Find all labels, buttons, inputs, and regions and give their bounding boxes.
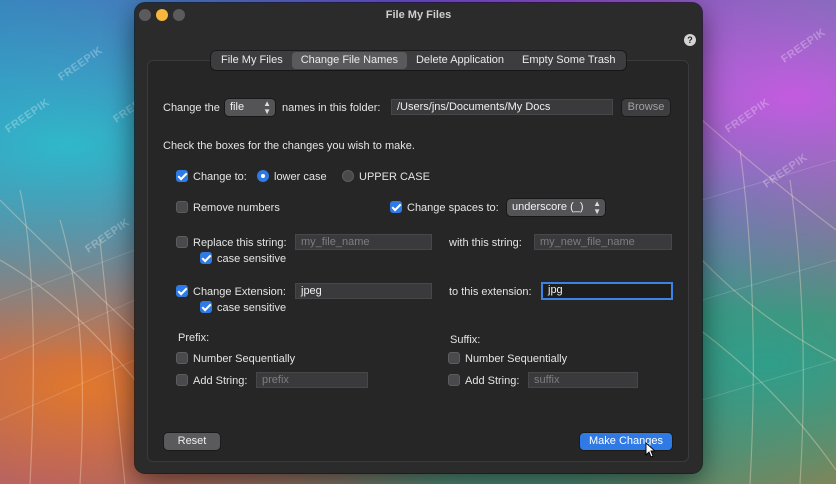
prefix-add-string-checkbox[interactable] bbox=[176, 374, 188, 386]
replace-string-label: Replace this string: bbox=[193, 237, 287, 249]
change-to-checkbox[interactable] bbox=[176, 170, 188, 182]
watermark: FREEPIK bbox=[761, 151, 811, 191]
replace-string-field[interactable]: my_file_name bbox=[295, 234, 432, 250]
watermark: FREEPIK bbox=[56, 44, 106, 84]
prefix-heading: Prefix: bbox=[178, 332, 210, 344]
app-window: File My Files ? File My Files Change Fil… bbox=[135, 3, 702, 473]
watermark: FREEPIK bbox=[3, 96, 53, 136]
replace-string-checkbox[interactable] bbox=[176, 236, 188, 248]
browse-button[interactable]: Browse bbox=[622, 99, 670, 116]
file-type-popup[interactable]: file ▲ ▼ bbox=[225, 99, 275, 116]
prefix-number-sequentially-checkbox[interactable] bbox=[176, 352, 188, 364]
watermark: FREEPIK bbox=[779, 26, 829, 66]
suffix-number-sequentially-label: Number Sequentially bbox=[465, 353, 568, 365]
tab-empty-some-trash[interactable]: Empty Some Trash bbox=[513, 52, 625, 69]
change-extension-label: Change Extension: bbox=[193, 286, 286, 298]
help-button[interactable]: ? bbox=[684, 34, 696, 46]
prefix-number-sequentially-label: Number Sequentially bbox=[193, 353, 296, 365]
make-changes-button[interactable]: Make Changes bbox=[580, 433, 672, 450]
folder-path-field[interactable]: /Users/jns/Documents/My Docs bbox=[391, 99, 613, 115]
minimize-window-button[interactable] bbox=[156, 9, 168, 21]
close-window-button[interactable] bbox=[139, 9, 151, 21]
suffix-string-field[interactable]: suffix bbox=[528, 372, 638, 388]
title-bar: File My Files bbox=[135, 3, 702, 27]
lower-case-radio[interactable] bbox=[257, 170, 269, 182]
watermark: FREEPIK bbox=[83, 216, 133, 256]
instructions-text: Check the boxes for the changes you wish… bbox=[163, 140, 415, 152]
suffix-number-sequentially-checkbox[interactable] bbox=[448, 352, 460, 364]
suffix-add-string-label: Add String: bbox=[465, 375, 520, 387]
change-file-names-panel: Change the file ▲ ▼ names in this folder:… bbox=[147, 60, 689, 462]
remove-numbers-checkbox[interactable] bbox=[176, 201, 188, 213]
lower-case-label: lower case bbox=[274, 171, 327, 183]
suffix-heading: Suffix: bbox=[450, 334, 481, 346]
tab-delete-application[interactable]: Delete Application bbox=[407, 52, 513, 69]
folder-row-prefix-label: Change the bbox=[163, 102, 220, 114]
with-string-label: with this string: bbox=[449, 237, 522, 249]
with-string-field[interactable]: my_new_file_name bbox=[534, 234, 672, 250]
reset-button[interactable]: Reset bbox=[164, 433, 220, 450]
change-spaces-label: Change spaces to: bbox=[407, 202, 499, 214]
tab-change-file-names[interactable]: Change File Names bbox=[291, 52, 407, 69]
tab-bar: File My Files Change File Names Delete A… bbox=[211, 51, 626, 70]
replace-case-sensitive-label: case sensitive bbox=[217, 253, 287, 265]
tab-file-my-files[interactable]: File My Files bbox=[212, 52, 292, 69]
chevron-updown-icon: ▲ ▼ bbox=[593, 198, 601, 216]
upper-case-radio[interactable] bbox=[342, 170, 354, 182]
file-type-value: file bbox=[230, 101, 245, 113]
watermark: FREEPIK bbox=[723, 96, 773, 136]
change-spaces-checkbox[interactable] bbox=[390, 201, 402, 213]
to-extension-label: to this extension: bbox=[449, 286, 532, 298]
prefix-string-field[interactable]: prefix bbox=[256, 372, 368, 388]
chevron-updown-icon: ▲ ▼ bbox=[263, 98, 271, 116]
extension-from-field[interactable]: jpeg bbox=[295, 283, 432, 299]
space-replacement-popup[interactable]: underscore (_) ▲ ▼ bbox=[507, 199, 605, 216]
extension-case-sensitive-checkbox[interactable] bbox=[200, 301, 212, 313]
folder-row-suffix-label: names in this folder: bbox=[282, 102, 381, 114]
prefix-add-string-label: Add String: bbox=[193, 375, 248, 387]
change-to-label: Change to: bbox=[193, 171, 247, 183]
space-replacement-value: underscore (_) bbox=[512, 201, 584, 213]
mouse-pointer-icon bbox=[645, 442, 655, 458]
extension-case-sensitive-label: case sensitive bbox=[217, 302, 287, 314]
change-extension-checkbox[interactable] bbox=[176, 285, 188, 297]
replace-case-sensitive-checkbox[interactable] bbox=[200, 252, 212, 264]
upper-case-label: UPPER CASE bbox=[359, 171, 430, 183]
window-title: File My Files bbox=[385, 9, 452, 21]
extension-to-field[interactable]: jpg bbox=[541, 282, 673, 300]
remove-numbers-label: Remove numbers bbox=[193, 202, 280, 214]
suffix-add-string-checkbox[interactable] bbox=[448, 374, 460, 386]
zoom-window-button[interactable] bbox=[173, 9, 185, 21]
